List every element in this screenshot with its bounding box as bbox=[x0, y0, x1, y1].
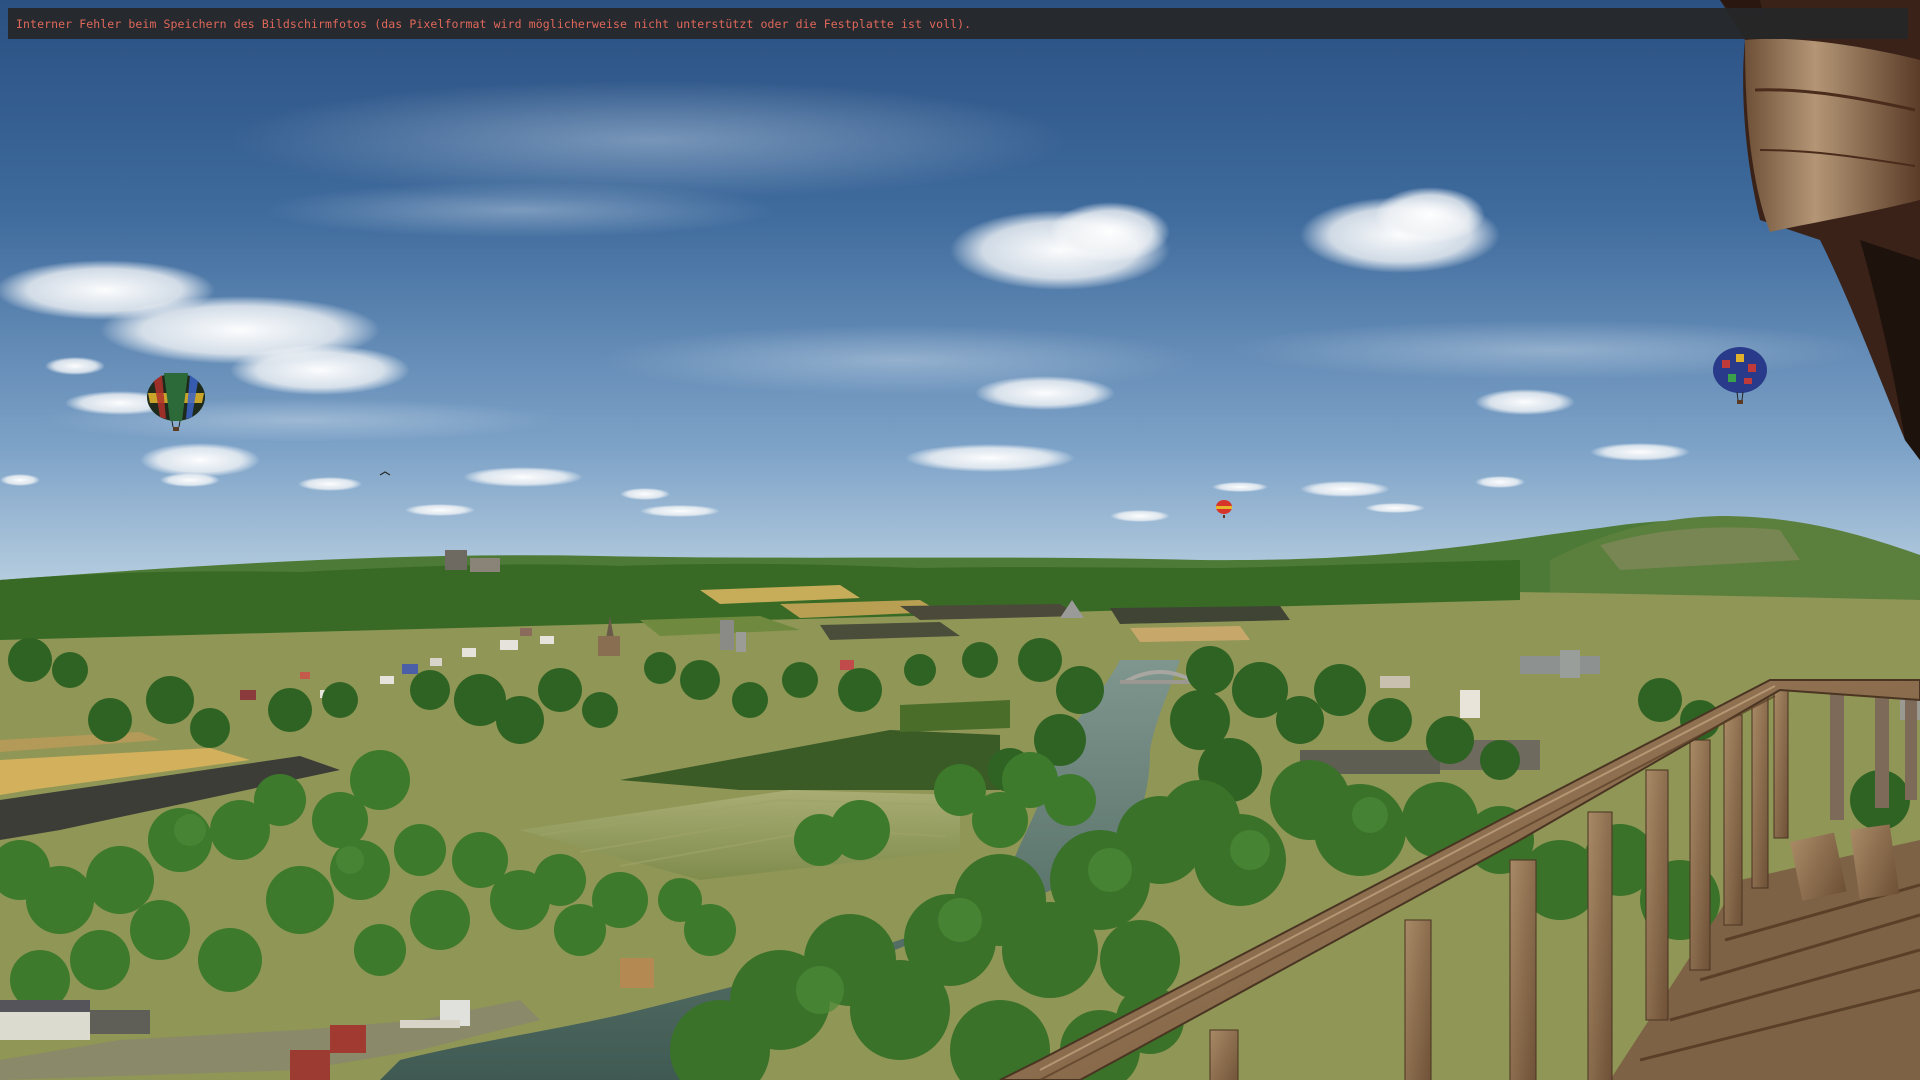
screenshot-error-banner: Interner Fehler beim Speichern des Bilds… bbox=[8, 8, 1908, 39]
landscape-scene bbox=[0, 0, 1920, 1080]
game-viewport[interactable]: Interner Fehler beim Speichern des Bilds… bbox=[0, 0, 1920, 1080]
error-message: Interner Fehler beim Speichern des Bilds… bbox=[16, 16, 972, 31]
